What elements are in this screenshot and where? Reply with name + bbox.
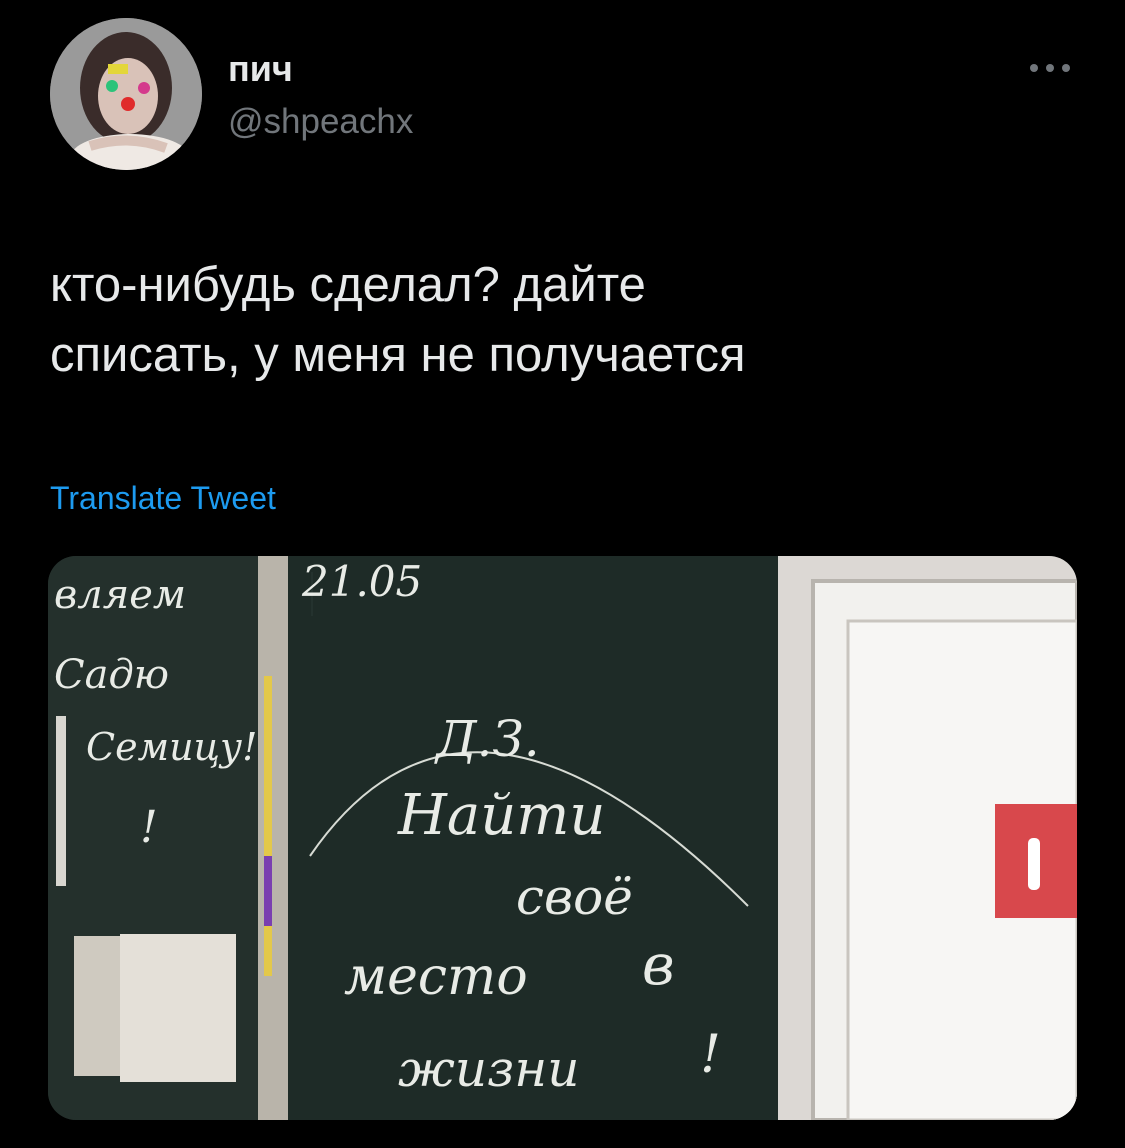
chalk-stick-purple (264, 856, 272, 926)
tweet-text-line: списать, у меня не получается (50, 328, 746, 382)
paper-edge (56, 716, 66, 886)
chalk-text: Д.З. (434, 710, 540, 768)
chalk-text: Найти (397, 783, 605, 848)
paper-sheet (120, 934, 236, 1082)
chalk-text: своё (516, 868, 633, 926)
avatar-image (50, 18, 202, 170)
chalk-text: вляем (54, 572, 186, 618)
chalk-text: место (344, 947, 528, 1007)
chalk-text: Семицу! (86, 725, 257, 769)
board-date: 21.05 (301, 557, 422, 606)
display-name[interactable]: пич (228, 48, 293, 90)
chalk-stick (264, 676, 272, 976)
more-horizontal-icon[interactable] (1026, 58, 1074, 78)
chalk-text: Садю (54, 652, 169, 698)
tweet-text: кто-нибудь сделал? дайте списать, у меня… (50, 250, 1070, 390)
user-avatar[interactable] (50, 18, 202, 170)
board-frame (258, 556, 288, 1120)
chalk-text: ! (700, 1025, 721, 1085)
chalk-text: жизни (398, 1040, 579, 1098)
extinguisher-icon (1028, 838, 1040, 890)
chalk-text: ! (140, 802, 158, 853)
chalk-text: в (642, 933, 675, 998)
tweet-media-image[interactable]: вляем Садю Семицу! ! 21.05 Д.З. Найти св… (48, 556, 1077, 1120)
user-handle[interactable]: @shpeachx (228, 102, 413, 142)
translate-tweet-link[interactable]: Translate Tweet (50, 480, 276, 517)
tweet-text-line: кто-нибудь сделал? дайте (50, 258, 646, 312)
